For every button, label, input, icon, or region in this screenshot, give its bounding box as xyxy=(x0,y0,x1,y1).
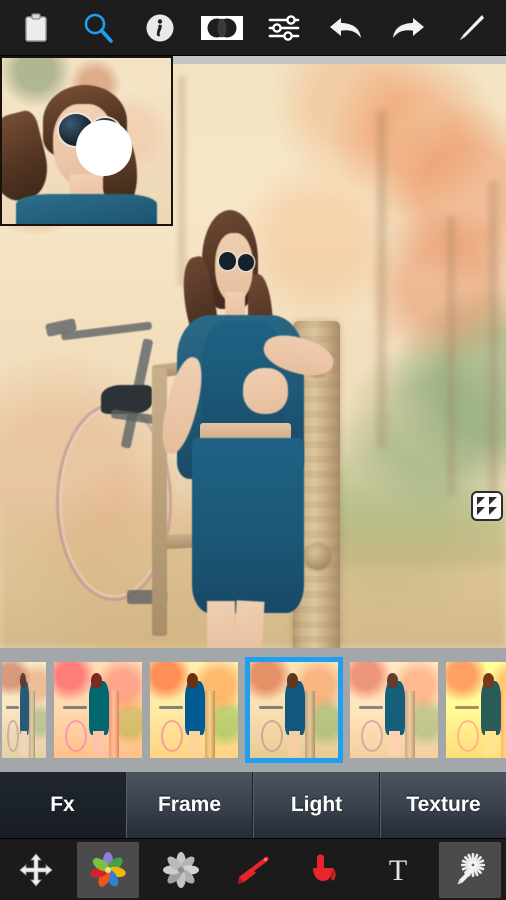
sliders-icon[interactable] xyxy=(258,2,310,54)
filter-thumbnail[interactable] xyxy=(54,662,142,758)
tab-label: Light xyxy=(290,793,343,816)
tab-texture[interactable]: Texture xyxy=(380,772,506,838)
filter-thumbnail-selected[interactable] xyxy=(246,658,342,762)
undo-icon[interactable] xyxy=(320,2,372,54)
filter-thumbnail[interactable] xyxy=(350,662,438,758)
handle-corner-bl xyxy=(477,507,485,515)
woman-sunglasses xyxy=(218,252,236,270)
bicycle-seat xyxy=(101,385,152,415)
svg-text:T: T xyxy=(388,854,406,887)
filter-preview-image xyxy=(446,662,506,758)
filter-thumbnail[interactable] xyxy=(446,662,506,758)
photo-editor-app: Fx Frame Light Texture T xyxy=(0,0,506,900)
info-icon[interactable] xyxy=(134,2,186,54)
crop-handle[interactable] xyxy=(471,491,503,521)
compare-icon[interactable] xyxy=(196,2,248,54)
background-tree xyxy=(445,215,459,497)
handle-corner-br xyxy=(489,507,497,515)
filter-preview-image xyxy=(150,662,238,758)
handle-corner-tl xyxy=(477,497,485,505)
top-toolbar xyxy=(0,0,506,56)
filter-preview-image xyxy=(2,662,46,758)
brush-line-icon[interactable] xyxy=(444,2,496,54)
loupe-jacket xyxy=(15,194,158,224)
filter-thumbnail-strip[interactable] xyxy=(0,648,506,772)
loupe-cursor[interactable] xyxy=(76,120,132,176)
woman-skirt xyxy=(192,437,304,613)
tab-label: Texture xyxy=(406,793,481,816)
tab-light[interactable]: Light xyxy=(253,772,380,838)
clipboard-icon[interactable] xyxy=(10,2,62,54)
filter-preview-image xyxy=(250,662,338,758)
color-flower-icon[interactable] xyxy=(77,841,140,898)
woman-sunglasses xyxy=(237,254,254,271)
search-icon[interactable] xyxy=(72,2,124,54)
background-tree xyxy=(374,110,390,450)
fence-upright xyxy=(151,367,167,637)
tab-frame[interactable]: Frame xyxy=(126,772,253,838)
paint-brush-icon[interactable] xyxy=(222,842,284,898)
filter-preview-image xyxy=(350,662,438,758)
filter-thumbnail[interactable] xyxy=(2,662,46,758)
magic-wand-icon[interactable] xyxy=(438,841,501,898)
handle-corner-tr xyxy=(489,497,497,505)
text-icon[interactable]: T xyxy=(367,842,429,898)
tab-label: Fx xyxy=(50,793,75,816)
paint-bucket-icon[interactable] xyxy=(294,842,356,898)
filter-preview-image xyxy=(54,662,142,758)
woman-hand xyxy=(242,367,289,415)
background-tree xyxy=(485,180,501,502)
move-icon[interactable] xyxy=(5,842,67,898)
tab-fx[interactable]: Fx xyxy=(0,772,126,838)
gray-flower-icon[interactable] xyxy=(150,842,212,898)
bottom-tool-bar: T xyxy=(0,838,506,900)
zoom-preview-overlay[interactable] xyxy=(0,56,173,226)
filter-thumbnail[interactable] xyxy=(150,662,238,758)
category-tab-bar: Fx Frame Light Texture xyxy=(0,772,506,838)
woman-leg xyxy=(207,601,236,648)
post-knot xyxy=(304,542,330,569)
woman-leg xyxy=(233,600,265,648)
tab-label: Frame xyxy=(157,793,222,816)
redo-icon[interactable] xyxy=(382,2,434,54)
background-tree xyxy=(177,75,188,286)
